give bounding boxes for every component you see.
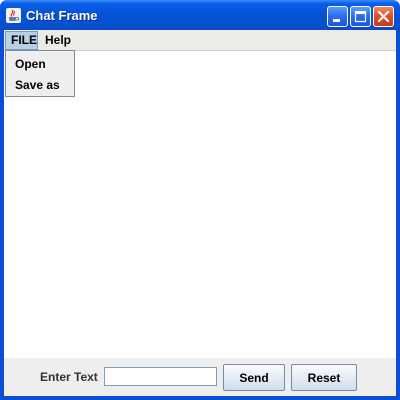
maximize-button[interactable]: [350, 6, 371, 27]
window-title: Chat Frame: [26, 8, 98, 23]
enter-text-label: Enter Text: [40, 370, 98, 384]
menu-item-save-as[interactable]: Save as: [15, 78, 60, 92]
reset-button[interactable]: Reset: [291, 364, 357, 391]
client-area: FILE Help Open Save as Enter Text Send R…: [4, 30, 396, 396]
file-dropdown-menu: Open Save as: [5, 50, 75, 97]
menu-help[interactable]: Help: [40, 31, 76, 50]
menu-file[interactable]: FILE: [5, 31, 38, 50]
send-button[interactable]: Send: [223, 364, 285, 391]
menu-bar: FILE Help: [4, 30, 396, 51]
title-bar[interactable]: Chat Frame: [0, 0, 400, 30]
minimize-icon: [333, 19, 340, 22]
maximize-icon: [354, 10, 367, 23]
message-input[interactable]: [104, 367, 217, 386]
menu-item-open[interactable]: Open: [15, 57, 46, 71]
close-icon: [377, 10, 390, 23]
close-button[interactable]: [373, 6, 394, 27]
chat-frame-window: Chat Frame FILE Help Open Save as Enter …: [0, 0, 400, 400]
java-app-icon: [6, 8, 21, 23]
minimize-button[interactable]: [327, 6, 348, 27]
input-panel: Enter Text Send Reset: [4, 358, 396, 396]
